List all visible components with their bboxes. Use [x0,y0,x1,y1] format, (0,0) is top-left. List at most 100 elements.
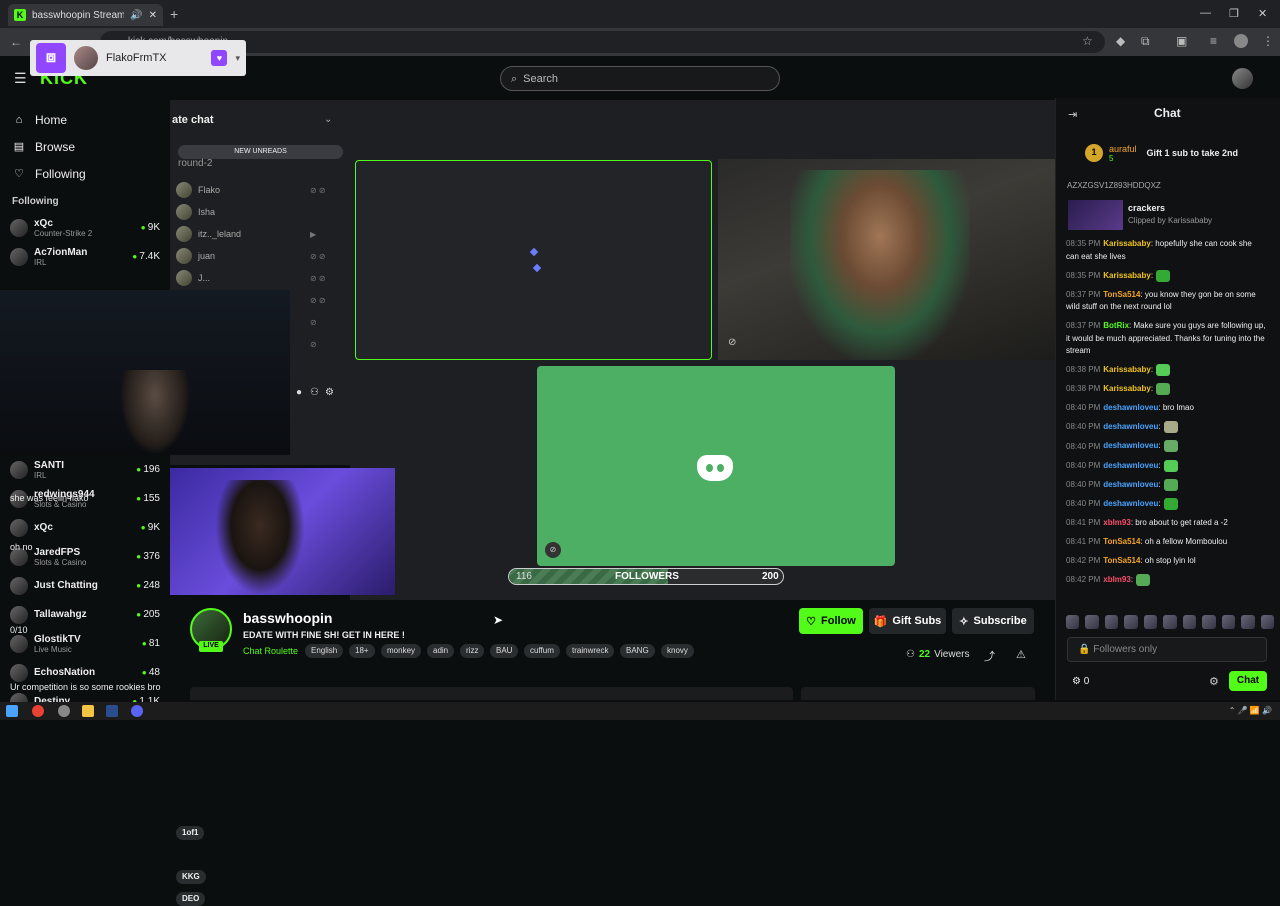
stream-category[interactable]: Chat Roulette [243,646,298,656]
message-user[interactable]: deshawnloveu [1103,480,1158,489]
restore-icon[interactable]: ❐ [1229,7,1239,20]
chrome-icon[interactable] [32,705,44,717]
message-user[interactable]: Karissababy [1103,365,1151,374]
muted-mic-icon: ⊘ ⊘ [310,296,326,305]
following-channel[interactable]: Ac7ionManIRL 7.4K [0,242,170,271]
user-tag: 1of1 [176,826,205,840]
message-user[interactable]: xblm93 [1103,575,1131,584]
subscribe-button[interactable]: ✧ Subscribe [952,608,1034,634]
browser-tab[interactable]: K basswhoopin Stream - Watch 🔊 ✕ [8,4,163,26]
message-user[interactable]: BotRix [1103,321,1129,330]
channel-name: Just Chatting [34,580,98,591]
obs-icon[interactable] [58,705,70,717]
user-avatar[interactable] [1232,68,1253,89]
nav-following[interactable]: ♡ Following [0,160,170,187]
nav-label: Following [35,166,86,181]
stream-tag[interactable]: BAU [490,644,519,658]
voice-user[interactable]: Flako 1of1 [176,182,220,840]
message-user[interactable]: deshawnloveu [1103,422,1158,431]
search-input[interactable]: ⌕ Search [500,66,780,91]
voice-user[interactable]: Isha [176,204,215,220]
extension-icon[interactable]: ◆ [1116,34,1125,48]
message-user[interactable]: xblm93 [1103,518,1131,527]
overlay-channel[interactable]: SANTIIRL 196 [0,455,170,484]
voice-controls[interactable]: ● ⚇ ⚙ [292,384,342,404]
discord-icon[interactable] [131,705,143,717]
message-user[interactable]: Karissababy [1103,271,1151,280]
new-tab-button[interactable]: + [170,6,178,22]
stream-tag[interactable]: trainwreck [566,644,615,658]
message-user[interactable]: deshawnloveu [1103,499,1158,508]
message-user[interactable]: TonSa514 [1103,537,1140,546]
following-channel[interactable]: xQcCounter-Strike 2 9K [0,213,170,242]
share-icon[interactable]: ⤴ [984,648,995,664]
channel-points[interactable]: ⚙ 0 [1072,676,1089,687]
message-user[interactable]: TonSa514 [1103,290,1140,299]
chat-message: 08:42 PM xblm93: [1066,573,1266,587]
stream-tag[interactable]: 18+ [349,644,375,658]
gift-subs-button[interactable]: 🎁 Gift Subs [869,608,946,634]
close-window-icon[interactable]: ✕ [1258,7,1267,20]
gift-leaderboard[interactable]: 1 auraful 5 Gift 1 sub to take 2nd [1085,138,1265,168]
voice-channel-name[interactable]: round-2 [178,158,212,169]
report-icon[interactable]: ⚠ [1016,648,1026,661]
clip-link[interactable]: AZXZGSV1Z893HDDQXZ [1067,181,1161,190]
send-chat-button[interactable]: Chat [1229,671,1267,691]
channel-viewers: 9K [141,522,160,533]
bookmark-star-icon[interactable]: ☆ [1082,34,1093,48]
webcam-person [790,170,970,360]
people-icon[interactable]: ⚇ [310,387,319,398]
discord-channel-header[interactable]: ate chat [170,100,350,138]
video-tile-speaking[interactable] [355,160,712,360]
folder-icon[interactable] [82,705,94,717]
chat-input[interactable]: 🔒 Followers only [1067,637,1267,662]
message-user[interactable]: deshawnloveu [1103,461,1158,470]
steam-icon[interactable] [106,705,118,717]
hamburger-menu-icon[interactable]: ☰ [14,70,27,87]
stream-tag[interactable]: BANG [620,644,655,658]
gear-icon[interactable]: ⚙ [325,387,334,398]
minimize-icon[interactable]: — [1200,7,1211,19]
chat-bubble-icon[interactable]: ● [296,387,302,398]
menu-icon[interactable]: ⋮ [1262,34,1274,48]
message-user[interactable]: Karissababy [1103,384,1151,393]
nav-browse[interactable]: ▤ Browse [0,133,170,160]
message-user[interactable]: Karissababy [1103,239,1151,248]
sidepanel-icon[interactable]: ▣ [1176,34,1187,48]
message-user[interactable]: deshawnloveu [1103,403,1158,412]
start-icon[interactable] [6,705,18,717]
streamer-name[interactable]: basswhoopin [243,610,332,626]
url-field[interactable]: kick.com/basswhoopin [100,31,1105,53]
overlay-channel[interactable]: xQc 9K [0,513,170,542]
clip-title[interactable]: crackers [1128,203,1165,213]
voice-user[interactable]: juan DEO [176,248,215,906]
voice-user[interactable]: itz.._leland KKG [176,226,241,884]
message-user[interactable]: deshawnloveu [1103,442,1158,451]
stream-tag[interactable]: adin [427,644,455,658]
channel-viewers: 205 [136,609,160,620]
back-icon[interactable]: ← [10,35,22,49]
media-icon[interactable]: ≡ [1210,34,1217,48]
follow-button[interactable]: ♡ Follow [799,608,863,634]
profile-avatar[interactable] [1234,34,1248,48]
stream-tag[interactable]: rizz [460,644,485,658]
stream-tag[interactable]: English [305,644,344,658]
audio-icon[interactable]: 🔊 [130,10,142,21]
muted-mic-icon: ⊘ [310,318,317,327]
voice-user[interactable]: J... [176,270,210,286]
collapse-chat-icon[interactable]: ⇥ [1068,108,1077,121]
clip-thumbnail[interactable] [1068,200,1123,230]
message-user[interactable]: TonSa514 [1103,556,1140,565]
close-tab-icon[interactable]: ✕ [149,10,157,21]
chevron-down-icon[interactable]: ⌄ [324,114,332,125]
chat-settings-icon[interactable]: ⚙ [1209,675,1219,688]
new-unreads-banner[interactable]: NEW UNREADS [178,145,343,159]
stream-tag[interactable]: knovy [661,644,694,658]
puzzle-icon[interactable]: ⧉ [1141,34,1150,49]
overlay-channel[interactable]: Just Chatting 248 [0,571,170,600]
stream-tag[interactable]: cuffum [524,644,560,658]
emote-bar[interactable] [1066,615,1274,633]
system-tray[interactable]: ⌃ 🎤 📶 🔊 [1229,706,1272,715]
nav-home[interactable]: ⌂ Home [0,106,170,133]
stream-tag[interactable]: monkey [381,644,422,658]
